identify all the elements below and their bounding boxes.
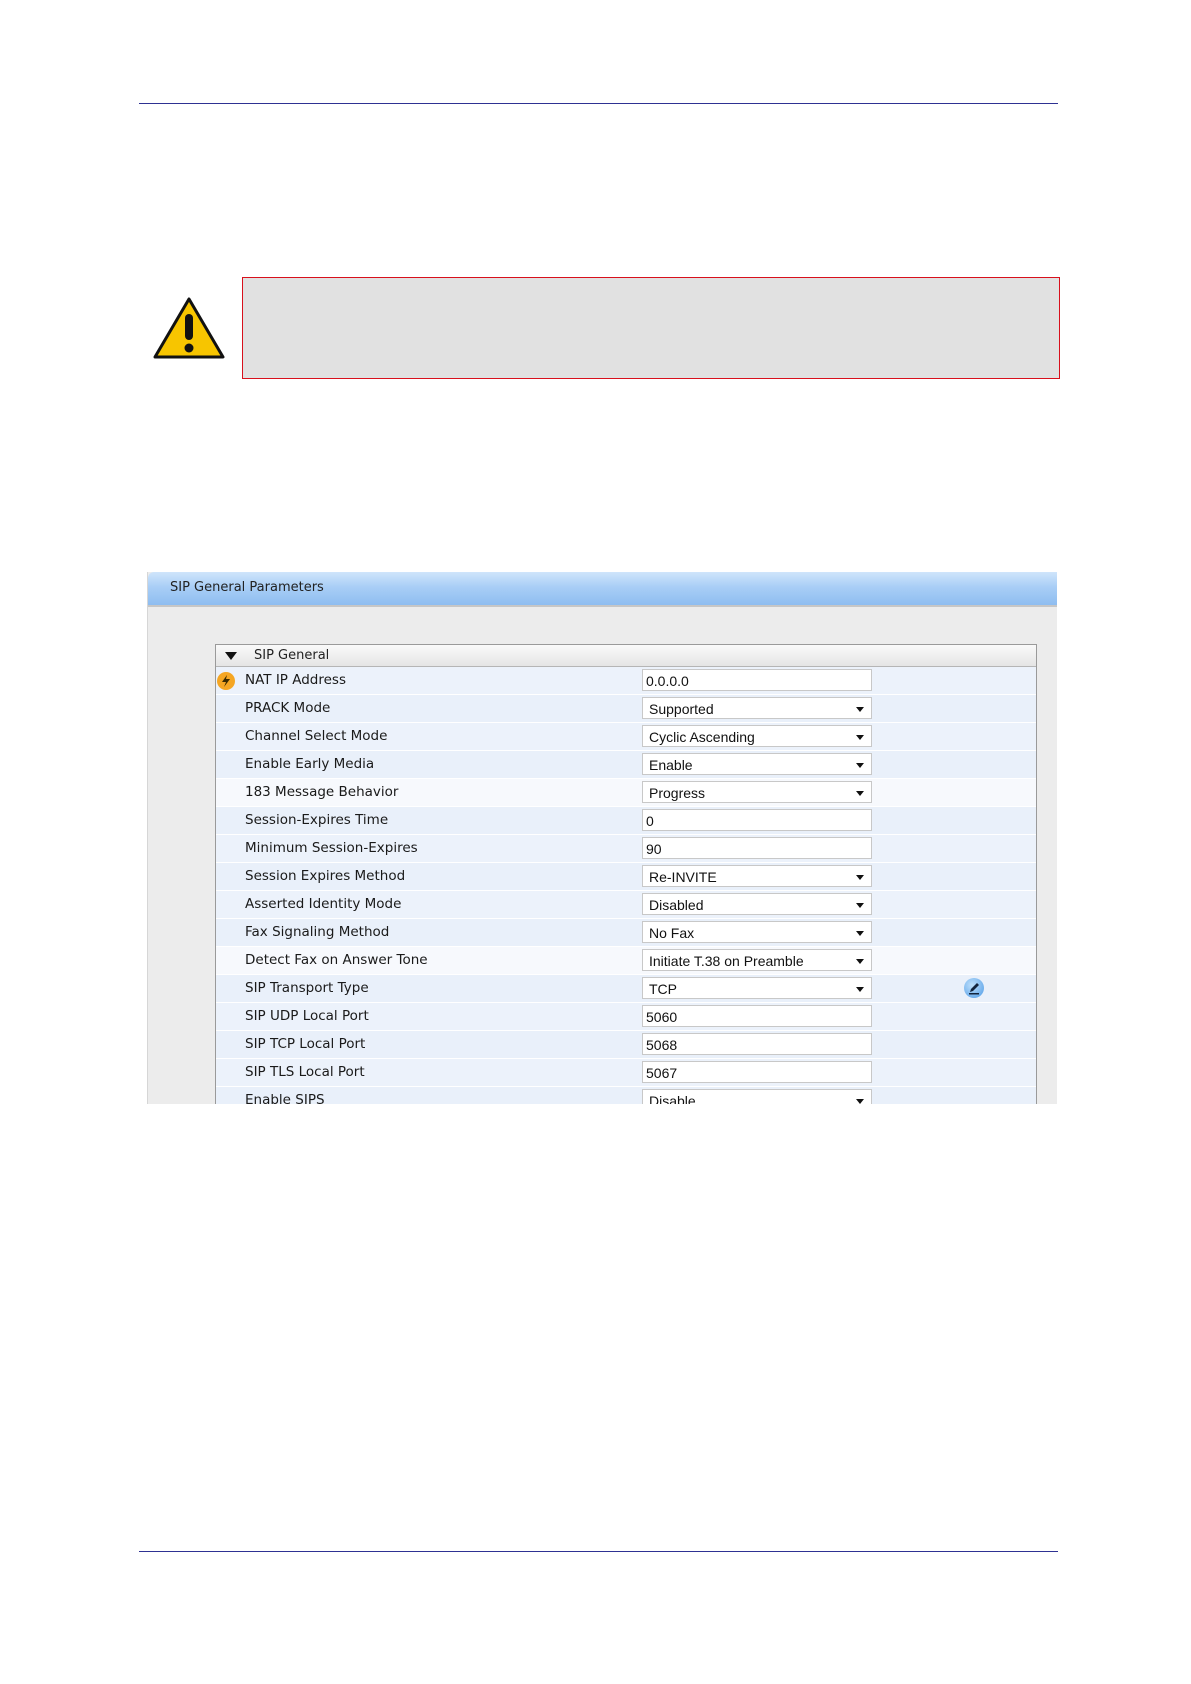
chevron-down-icon[interactable]: [856, 763, 864, 768]
chevron-down-icon[interactable]: [856, 735, 864, 740]
parameter-label: SIP UDP Local Port: [245, 1008, 369, 1024]
parameter-row: SIP TCP Local Port 5068: [216, 1031, 1036, 1059]
field-value: Enable: [649, 757, 693, 773]
parameter-row: Fax Signaling Method No Fax: [216, 919, 1036, 947]
parameter-input[interactable]: 0.0.0.0: [642, 669, 872, 691]
field-value: 90: [646, 841, 662, 857]
panel-title: SIP General Parameters: [170, 580, 324, 595]
parameter-row: SIP UDP Local Port 5060: [216, 1003, 1036, 1031]
parameter-row: SIP TLS Local Port 5067: [216, 1059, 1036, 1087]
edit-pencil-icon[interactable]: [964, 978, 984, 998]
chevron-down-icon[interactable]: [856, 791, 864, 796]
field-value: Supported: [649, 701, 714, 717]
parameter-select[interactable]: Re-INVITE: [642, 865, 872, 887]
parameter-row: Session Expires Method Re-INVITE: [216, 863, 1036, 891]
lightning-icon: [217, 672, 235, 690]
sip-general-parameters-panel: SIP General Parameters SIP General NAT I…: [147, 572, 1057, 1104]
parameter-select[interactable]: Cyclic Ascending: [642, 725, 872, 747]
parameter-row: Minimum Session-Expires 90: [216, 835, 1036, 863]
section-header[interactable]: SIP General: [216, 645, 1036, 667]
footer-rule: [139, 1551, 1058, 1552]
field-value: 5067: [646, 1065, 678, 1081]
header-rule: [139, 103, 1058, 104]
parameter-label: SIP TLS Local Port: [245, 1064, 365, 1080]
parameter-input[interactable]: 5067: [642, 1061, 872, 1083]
parameter-label: Enable Early Media: [245, 756, 375, 772]
parameter-list: NAT IP Address 0.0.0.0 PRACK Mode Supported…: [216, 667, 1036, 1104]
field-value: Initiate T.38 on Preamble: [649, 953, 804, 969]
parameter-row: Channel Select Mode Cyclic Ascending: [216, 723, 1036, 751]
chevron-down-icon[interactable]: [856, 987, 864, 992]
field-value: Re-INVITE: [649, 869, 717, 885]
parameter-label: Session Expires Method: [245, 868, 406, 884]
parameter-row: PRACK Mode Supported: [216, 695, 1036, 723]
field-value: Disable: [649, 1093, 696, 1104]
parameter-label: SIP Transport Type: [245, 980, 369, 996]
parameter-row: Enable SIPS Disable: [216, 1087, 1036, 1104]
warning-triangle-icon: [153, 296, 225, 360]
chevron-down-icon[interactable]: [856, 1099, 864, 1104]
chevron-down-icon[interactable]: [856, 959, 864, 964]
parameter-input[interactable]: 90: [642, 837, 872, 859]
parameter-label: Asserted Identity Mode: [245, 896, 402, 912]
note-box: [242, 277, 1060, 379]
parameter-row: Enable Early Media Enable: [216, 751, 1036, 779]
field-value: Disabled: [649, 897, 704, 913]
parameter-label: Detect Fax on Answer Tone: [245, 952, 428, 968]
parameter-label: PRACK Mode: [245, 700, 331, 716]
parameter-select[interactable]: No Fax: [642, 921, 872, 943]
field-value: 0.0.0.0: [646, 673, 689, 689]
parameter-row: 183 Message Behavior Progress: [216, 779, 1036, 807]
chevron-down-icon[interactable]: [856, 707, 864, 712]
field-value: Cyclic Ascending: [649, 729, 755, 745]
triangle-down-icon[interactable]: [225, 652, 237, 660]
chevron-down-icon[interactable]: [856, 931, 864, 936]
parameter-select[interactable]: Initiate T.38 on Preamble: [642, 949, 872, 971]
parameter-select[interactable]: Progress: [642, 781, 872, 803]
parameter-input[interactable]: 0: [642, 809, 872, 831]
chevron-down-icon[interactable]: [856, 903, 864, 908]
parameter-input[interactable]: 5060: [642, 1005, 872, 1027]
chevron-down-icon[interactable]: [856, 875, 864, 880]
parameter-label: Enable SIPS: [245, 1092, 325, 1104]
parameter-label: SIP TCP Local Port: [245, 1036, 366, 1052]
section-title: SIP General: [254, 648, 330, 663]
panel-header: SIP General Parameters: [148, 572, 1057, 607]
parameter-label: Channel Select Mode: [245, 728, 388, 744]
field-value: 0: [646, 813, 654, 829]
parameter-label: Minimum Session-Expires: [245, 840, 418, 856]
field-value: No Fax: [649, 925, 695, 941]
field-value: 5060: [646, 1009, 678, 1025]
parameter-row: NAT IP Address 0.0.0.0: [216, 667, 1036, 695]
parameter-label: Session-Expires Time: [245, 812, 389, 828]
parameter-select[interactable]: Disabled: [642, 893, 872, 915]
sip-general-section: SIP General NAT IP Address 0.0.0.0 PRACK M…: [215, 644, 1037, 1104]
parameter-select[interactable]: TCP: [642, 977, 872, 999]
parameter-row: Asserted Identity Mode Disabled: [216, 891, 1036, 919]
parameter-row: Detect Fax on Answer Tone Initiate T.38 o…: [216, 947, 1036, 975]
field-value: Progress: [649, 785, 706, 801]
parameter-label: NAT IP Address: [245, 672, 346, 688]
parameter-select[interactable]: Enable: [642, 753, 872, 775]
parameter-select[interactable]: Supported: [642, 697, 872, 719]
parameter-row: SIP Transport Type TCP: [216, 975, 1036, 1003]
parameter-select[interactable]: Disable: [642, 1089, 872, 1104]
field-value: TCP: [649, 981, 677, 997]
field-value: 5068: [646, 1037, 678, 1053]
parameter-row: Session-Expires Time 0: [216, 807, 1036, 835]
parameter-label: 183 Message Behavior: [245, 784, 399, 800]
parameter-input[interactable]: 5068: [642, 1033, 872, 1055]
parameter-label: Fax Signaling Method: [245, 924, 390, 940]
